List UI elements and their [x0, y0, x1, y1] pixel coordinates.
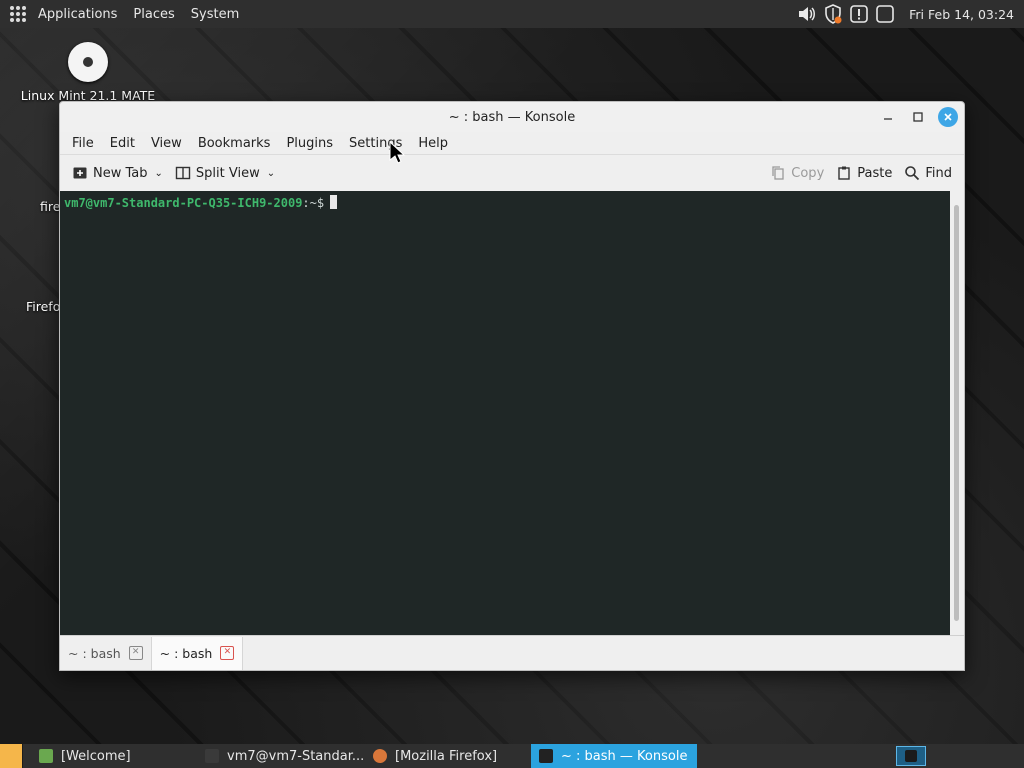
tab-bash-1[interactable]: ~ : bash ✕ [60, 637, 151, 670]
tab-label: ~ : bash [159, 645, 213, 661]
workspace-switcher[interactable] [896, 746, 926, 766]
terminal-icon [205, 749, 219, 763]
chevron-down-icon[interactable]: ⌄ [155, 168, 163, 179]
workspace-window-icon [905, 750, 917, 762]
copy-button[interactable]: Copy [764, 159, 830, 187]
mouse-pointer-icon [389, 141, 406, 164]
konsole-icon [539, 749, 553, 763]
terminal-area[interactable]: vm7@vm7-Standard-PC-Q35-ICH9-2009:~$ [60, 191, 950, 635]
welcome-icon [39, 749, 53, 763]
menu-view[interactable]: View [143, 136, 190, 151]
konsole-window: ~ : bash — Konsole File Edit View Bookma… [59, 101, 965, 671]
find-button[interactable]: Find [898, 159, 958, 187]
maximize-button[interactable] [908, 107, 928, 127]
taskbar-item-firefox[interactable]: [Mozilla Firefox] [365, 744, 515, 768]
prompt-path: :~$ [302, 196, 325, 210]
window-icon[interactable] [875, 4, 895, 24]
shield-update-icon[interactable] [823, 4, 843, 24]
places-menu[interactable]: Places [125, 0, 182, 28]
copy-label: Copy [791, 165, 825, 181]
split-view-icon [175, 166, 191, 180]
show-desktop-button[interactable] [0, 744, 23, 768]
firefox-icon [373, 749, 387, 763]
text-cursor [330, 195, 338, 209]
menu-plugins[interactable]: Plugins [278, 136, 341, 151]
menubar: File Edit View Bookmarks Plugins Setting… [60, 132, 964, 154]
task-label: vm7@vm7-Standar... [227, 748, 365, 764]
window-controls [878, 107, 958, 127]
prompt-user-host: vm7@vm7-Standard-PC-Q35-ICH9-2009 [64, 196, 303, 210]
clock[interactable]: Fri Feb 14, 03:24 [909, 7, 1014, 22]
paste-button[interactable]: Paste [830, 159, 898, 187]
menu-bookmarks[interactable]: Bookmarks [190, 136, 279, 151]
desktop-icon-firefox-1[interactable]: fire [40, 199, 60, 214]
window-title: ~ : bash — Konsole [448, 109, 576, 125]
search-icon [905, 166, 920, 181]
split-view-button[interactable]: Split View ⌄ [169, 159, 281, 187]
shell-prompt: vm7@vm7-Standard-PC-Q35-ICH9-2009:~$ [64, 195, 338, 210]
close-button[interactable] [938, 107, 958, 127]
applications-grid-icon[interactable] [10, 6, 26, 22]
taskbar-item-konsole[interactable]: ~ : bash — Konsole [531, 744, 697, 768]
window-titlebar[interactable]: ~ : bash — Konsole [60, 102, 964, 132]
tab-label: ~ : bash [68, 645, 121, 661]
system-menu[interactable]: System [183, 0, 247, 28]
scrollbar-thumb[interactable] [954, 205, 959, 621]
disc-icon [68, 42, 108, 82]
new-tab-label: New Tab [93, 165, 148, 181]
paste-label: Paste [857, 165, 893, 181]
panel-menu: Applications Places System [0, 0, 247, 28]
find-label: Find [925, 165, 952, 181]
bottom-panel: [Welcome] vm7@vm7-Standar... [Mozilla Fi… [0, 744, 1024, 768]
top-panel: Applications Places System Fri Feb 14, 0… [0, 0, 1024, 28]
desktop-icon-label: Firefo [26, 299, 61, 314]
task-label: [Welcome] [61, 748, 131, 764]
desktop-icon-linux-mint[interactable]: Linux Mint 21.1 MATE [18, 42, 158, 103]
system-tray: Fri Feb 14, 03:24 [797, 0, 1024, 28]
taskbar-item-welcome[interactable]: [Welcome] [31, 744, 181, 768]
chevron-down-icon[interactable]: ⌄ [267, 168, 275, 179]
split-view-label: Split View [195, 165, 260, 181]
new-tab-button[interactable]: New Tab ⌄ [66, 159, 169, 187]
taskbar-item-terminal[interactable]: vm7@vm7-Standar... [197, 744, 365, 768]
toolbar: New Tab ⌄ Split View ⌄ Copy Paste Find [60, 154, 964, 191]
terminal-scrollbar[interactable] [950, 191, 964, 635]
desktop-icon-label: fire [40, 199, 61, 214]
menu-file[interactable]: File [64, 136, 102, 151]
paste-icon [838, 166, 850, 180]
close-tab-icon[interactable]: ✕ [128, 646, 143, 660]
task-label: [Mozilla Firefox] [395, 748, 498, 764]
volume-icon[interactable] [797, 4, 817, 24]
menu-edit[interactable]: Edit [102, 136, 143, 151]
desktop-icon-firefox-2[interactable]: Firefo [26, 299, 60, 314]
minimize-button[interactable] [878, 107, 898, 127]
new-tab-icon [73, 167, 87, 179]
task-label: ~ : bash — Konsole [561, 748, 688, 764]
menu-help[interactable]: Help [410, 136, 456, 151]
applications-menu[interactable]: Applications [30, 0, 125, 28]
close-tab-icon[interactable]: ✕ [220, 646, 235, 660]
notification-icon[interactable] [849, 4, 869, 24]
copy-icon [772, 166, 784, 180]
tab-bash-2[interactable]: ~ : bash ✕ [150, 636, 244, 670]
tab-bar: ~ : bash ✕ ~ : bash ✕ [60, 635, 964, 670]
